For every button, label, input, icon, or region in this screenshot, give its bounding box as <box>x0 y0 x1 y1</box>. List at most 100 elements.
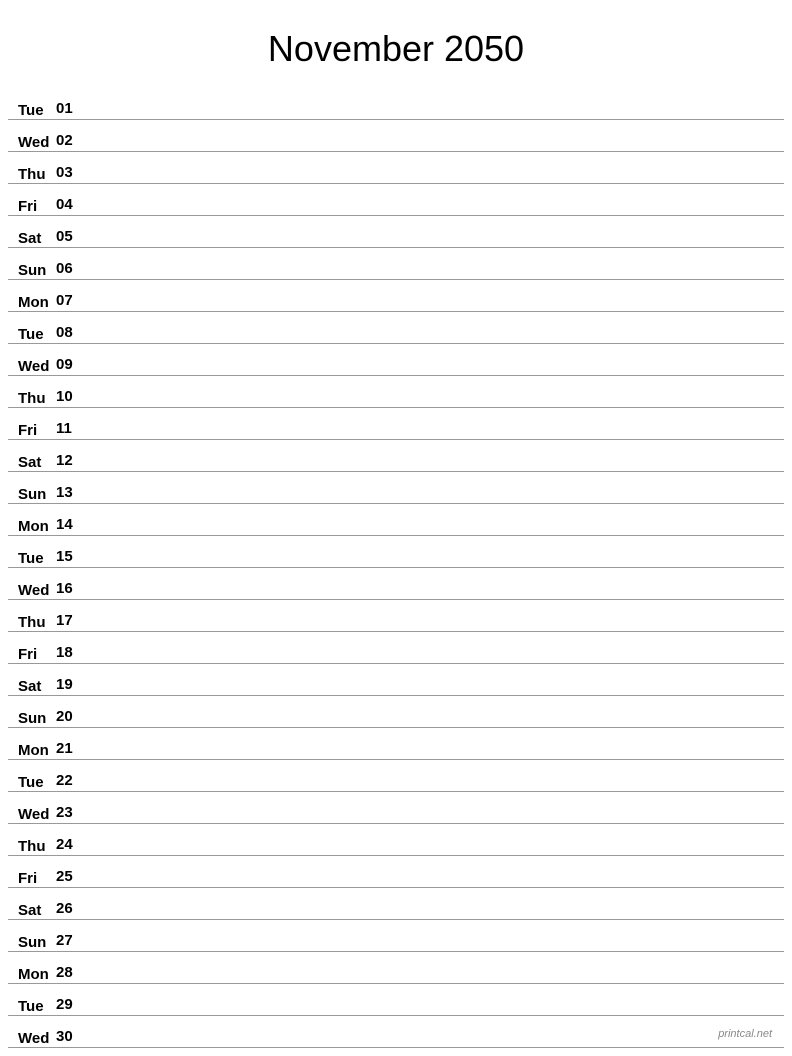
day-number: 02 <box>56 132 84 151</box>
day-line <box>84 182 774 183</box>
calendar-row: Tue22 <box>8 760 784 792</box>
day-name: Fri <box>18 422 56 439</box>
day-line <box>84 982 774 983</box>
day-line <box>84 342 774 343</box>
day-line <box>84 630 774 631</box>
day-name: Tue <box>18 998 56 1015</box>
calendar-row: Mon21 <box>8 728 784 760</box>
day-line <box>84 918 774 919</box>
day-name: Tue <box>18 102 56 119</box>
day-number: 12 <box>56 452 84 471</box>
day-number: 14 <box>56 516 84 535</box>
day-number: 22 <box>56 772 84 791</box>
calendar-row: Tue08 <box>8 312 784 344</box>
day-name: Sun <box>18 710 56 727</box>
day-name: Mon <box>18 966 56 983</box>
day-line <box>84 822 774 823</box>
day-line <box>84 246 774 247</box>
calendar-row: Thu03 <box>8 152 784 184</box>
day-number: 27 <box>56 932 84 951</box>
day-name: Fri <box>18 198 56 215</box>
day-name: Thu <box>18 166 56 183</box>
day-number: 19 <box>56 676 84 695</box>
day-number: 03 <box>56 164 84 183</box>
day-number: 01 <box>56 100 84 119</box>
day-name: Sun <box>18 486 56 503</box>
day-name: Fri <box>18 870 56 887</box>
day-line <box>84 790 774 791</box>
calendar-row: Sat12 <box>8 440 784 472</box>
day-line <box>84 566 774 567</box>
day-line <box>84 534 774 535</box>
day-name: Sat <box>18 454 56 471</box>
day-number: 04 <box>56 196 84 215</box>
day-name: Tue <box>18 550 56 567</box>
day-name: Tue <box>18 326 56 343</box>
day-number: 23 <box>56 804 84 823</box>
day-line <box>84 726 774 727</box>
calendar-row: Thu10 <box>8 376 784 408</box>
calendar-row: Tue15 <box>8 536 784 568</box>
day-number: 24 <box>56 836 84 855</box>
day-line <box>84 406 774 407</box>
calendar-row: Fri18 <box>8 632 784 664</box>
day-line <box>84 310 774 311</box>
day-number: 26 <box>56 900 84 919</box>
calendar-row: Fri04 <box>8 184 784 216</box>
footer-text: printcal.net <box>718 1028 772 1040</box>
day-line <box>84 1046 774 1047</box>
day-name: Sat <box>18 902 56 919</box>
calendar-row: Fri11 <box>8 408 784 440</box>
day-number: 16 <box>56 580 84 599</box>
day-number: 11 <box>56 420 84 439</box>
day-line <box>84 118 774 119</box>
calendar-row: Thu17 <box>8 600 784 632</box>
calendar-row: Mon14 <box>8 504 784 536</box>
day-line <box>84 662 774 663</box>
calendar-row: Mon07 <box>8 280 784 312</box>
day-name: Sat <box>18 230 56 247</box>
day-name: Fri <box>18 646 56 663</box>
day-line <box>84 150 774 151</box>
day-line <box>84 470 774 471</box>
day-name: Mon <box>18 518 56 535</box>
day-name: Thu <box>18 614 56 631</box>
calendar-row: Wed30 <box>8 1016 784 1048</box>
day-number: 08 <box>56 324 84 343</box>
day-number: 18 <box>56 644 84 663</box>
day-number: 07 <box>56 292 84 311</box>
day-name: Thu <box>18 838 56 855</box>
calendar-row: Sat05 <box>8 216 784 248</box>
day-line <box>84 1014 774 1015</box>
day-number: 13 <box>56 484 84 503</box>
page-title: November 2050 <box>0 0 792 88</box>
day-number: 20 <box>56 708 84 727</box>
day-number: 30 <box>56 1028 84 1047</box>
calendar-container: Tue01Wed02Thu03Fri04Sat05Sun06Mon07Tue08… <box>0 88 792 1048</box>
calendar-row: Sun20 <box>8 696 784 728</box>
calendar-row: Wed02 <box>8 120 784 152</box>
day-name: Mon <box>18 294 56 311</box>
calendar-row: Wed16 <box>8 568 784 600</box>
day-name: Thu <box>18 390 56 407</box>
calendar-row: Sun27 <box>8 920 784 952</box>
calendar-row: Tue29 <box>8 984 784 1016</box>
day-name: Tue <box>18 774 56 791</box>
calendar-row: Wed09 <box>8 344 784 376</box>
day-line <box>84 214 774 215</box>
calendar-row: Tue01 <box>8 88 784 120</box>
day-line <box>84 374 774 375</box>
day-name: Wed <box>18 358 56 375</box>
day-line <box>84 598 774 599</box>
calendar-row: Mon28 <box>8 952 784 984</box>
day-number: 29 <box>56 996 84 1015</box>
calendar-row: Wed23 <box>8 792 784 824</box>
calendar-row: Sat19 <box>8 664 784 696</box>
calendar-row: Sat26 <box>8 888 784 920</box>
day-name: Wed <box>18 582 56 599</box>
day-name: Wed <box>18 134 56 151</box>
day-number: 10 <box>56 388 84 407</box>
day-line <box>84 854 774 855</box>
calendar-row: Sun13 <box>8 472 784 504</box>
day-line <box>84 886 774 887</box>
